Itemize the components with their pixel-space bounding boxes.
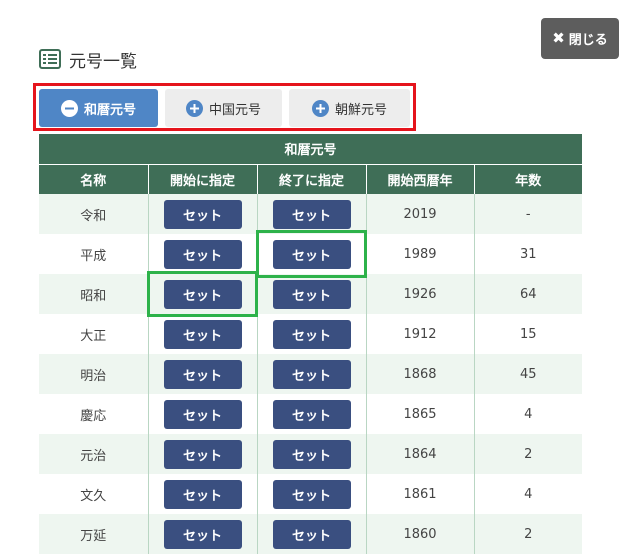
table-row: 万延 セット セット 1860 2: [39, 514, 583, 554]
set-end-button[interactable]: セット: [272, 319, 351, 349]
era-name: 慶応: [39, 394, 148, 434]
year-count: 45: [473, 354, 583, 394]
end-cell: セット: [256, 354, 366, 394]
start-year: 1861: [365, 474, 474, 514]
close-button-label: 閉じる: [568, 33, 608, 48]
era-name: 元治: [39, 434, 148, 474]
page-title-text: 元号一覧: [69, 51, 137, 72]
set-start-button[interactable]: セット: [163, 479, 242, 509]
start-year: 1860: [365, 514, 474, 554]
start-year: 1865: [365, 394, 474, 434]
list-icon: [39, 49, 61, 69]
set-start-button[interactable]: セット: [163, 399, 242, 429]
table-row: 明治 セット セット 1868 45: [39, 354, 583, 394]
set-end-button[interactable]: セット: [272, 279, 351, 309]
start-year: 1989: [365, 234, 474, 274]
year-count: 4: [473, 394, 583, 434]
start-cell: セット: [147, 514, 257, 554]
start-cell: セット: [147, 434, 257, 474]
table-row: 昭和 セット セット 1926 64: [39, 274, 583, 314]
tab-label: 中国元号: [208, 102, 261, 118]
start-cell: セット: [147, 474, 257, 514]
era-name: 昭和: [39, 274, 148, 314]
end-cell: セット: [256, 434, 366, 474]
start-cell: セット: [147, 314, 257, 354]
set-start-button[interactable]: セット: [163, 319, 242, 349]
set-start-button[interactable]: セット: [163, 279, 242, 309]
tab-label: 和暦元号: [83, 102, 136, 118]
set-start-button[interactable]: セット: [163, 199, 242, 229]
set-end-button[interactable]: セット: [272, 239, 351, 269]
table-row: 平成 セット セット 1989 31: [39, 234, 583, 274]
plus-circle-icon: [311, 99, 329, 117]
table-row: 令和 セット セット 2019-: [39, 194, 583, 234]
set-end-button[interactable]: セット: [272, 519, 351, 549]
set-start-button[interactable]: セット: [163, 439, 242, 469]
start-year: 2019: [365, 194, 474, 234]
end-cell: セット: [256, 514, 366, 554]
year-count: 64: [473, 274, 583, 314]
column-header-start-year: 開始西暦年: [365, 163, 474, 194]
tab-label: 朝鮮元号: [334, 102, 387, 118]
tab-chinese-era[interactable]: 中国元号: [165, 89, 282, 127]
start-year: 1912: [365, 314, 474, 354]
set-start-button[interactable]: セット: [163, 359, 242, 389]
era-table: 和暦元号 名称 開始に指定 終了に指定 開始西暦年 年数 令和 セット セット 201…: [39, 134, 583, 554]
tab-korean-era[interactable]: 朝鮮元号: [289, 89, 410, 127]
set-end-button[interactable]: セット: [272, 399, 351, 429]
year-count: -: [473, 194, 583, 234]
minus-circle-icon: [60, 99, 78, 117]
column-header-years: 年数: [473, 163, 583, 194]
column-header-set-start: 開始に指定: [147, 163, 257, 194]
close-button[interactable]: ✖ 閉じる: [541, 18, 619, 59]
year-count: 4: [473, 474, 583, 514]
era-tabs: 和暦元号 中国元号 朝鮮元号: [39, 89, 410, 127]
table-body: 令和 セット セット 2019- 平成 セット セット 1989 31 昭和 セット セット 1926 6…: [39, 194, 583, 554]
era-name: 文久: [39, 474, 148, 514]
era-name: 明治: [39, 354, 148, 394]
close-icon: ✖: [552, 29, 565, 47]
start-cell: セット: [147, 354, 257, 394]
year-count: 31: [473, 234, 583, 274]
end-cell: セット: [256, 314, 366, 354]
table-row: 文久 セット セット 1861 4: [39, 474, 583, 514]
table-row: 元治 セット セット 1864 2: [39, 434, 583, 474]
table-row: 大正 セット セット 1912 15: [39, 314, 583, 354]
table-caption: 和暦元号: [39, 134, 583, 164]
start-cell: セット: [147, 274, 257, 314]
set-start-button[interactable]: セット: [163, 239, 242, 269]
start-year: 1864: [365, 434, 474, 474]
year-count: 2: [473, 514, 583, 554]
year-count: 15: [473, 314, 583, 354]
era-name: 令和: [39, 194, 148, 234]
set-end-button[interactable]: セット: [272, 199, 351, 229]
year-count: 2: [473, 434, 583, 474]
set-end-button[interactable]: セット: [272, 359, 351, 389]
start-year: 1926: [365, 274, 474, 314]
end-cell: セット: [256, 474, 366, 514]
start-cell: セット: [147, 394, 257, 434]
end-cell: セット: [256, 194, 366, 234]
column-header-set-end: 終了に指定: [256, 163, 366, 194]
set-end-button[interactable]: セット: [272, 439, 351, 469]
table-row: 慶応 セット セット 1865 4: [39, 394, 583, 434]
era-name: 平成: [39, 234, 148, 274]
era-name: 万延: [39, 514, 148, 554]
set-end-button[interactable]: セット: [272, 479, 351, 509]
end-cell: セット: [256, 234, 366, 274]
era-name: 大正: [39, 314, 148, 354]
page-title: 元号一覧: [39, 46, 137, 72]
tab-japanese-era[interactable]: 和暦元号: [39, 89, 158, 127]
end-cell: セット: [256, 274, 366, 314]
start-cell: セット: [147, 234, 257, 274]
set-start-button[interactable]: セット: [163, 519, 242, 549]
start-cell: セット: [147, 194, 257, 234]
end-cell: セット: [256, 394, 366, 434]
plus-circle-icon: [185, 99, 203, 117]
start-year: 1868: [365, 354, 474, 394]
column-header-name: 名称: [39, 163, 148, 194]
